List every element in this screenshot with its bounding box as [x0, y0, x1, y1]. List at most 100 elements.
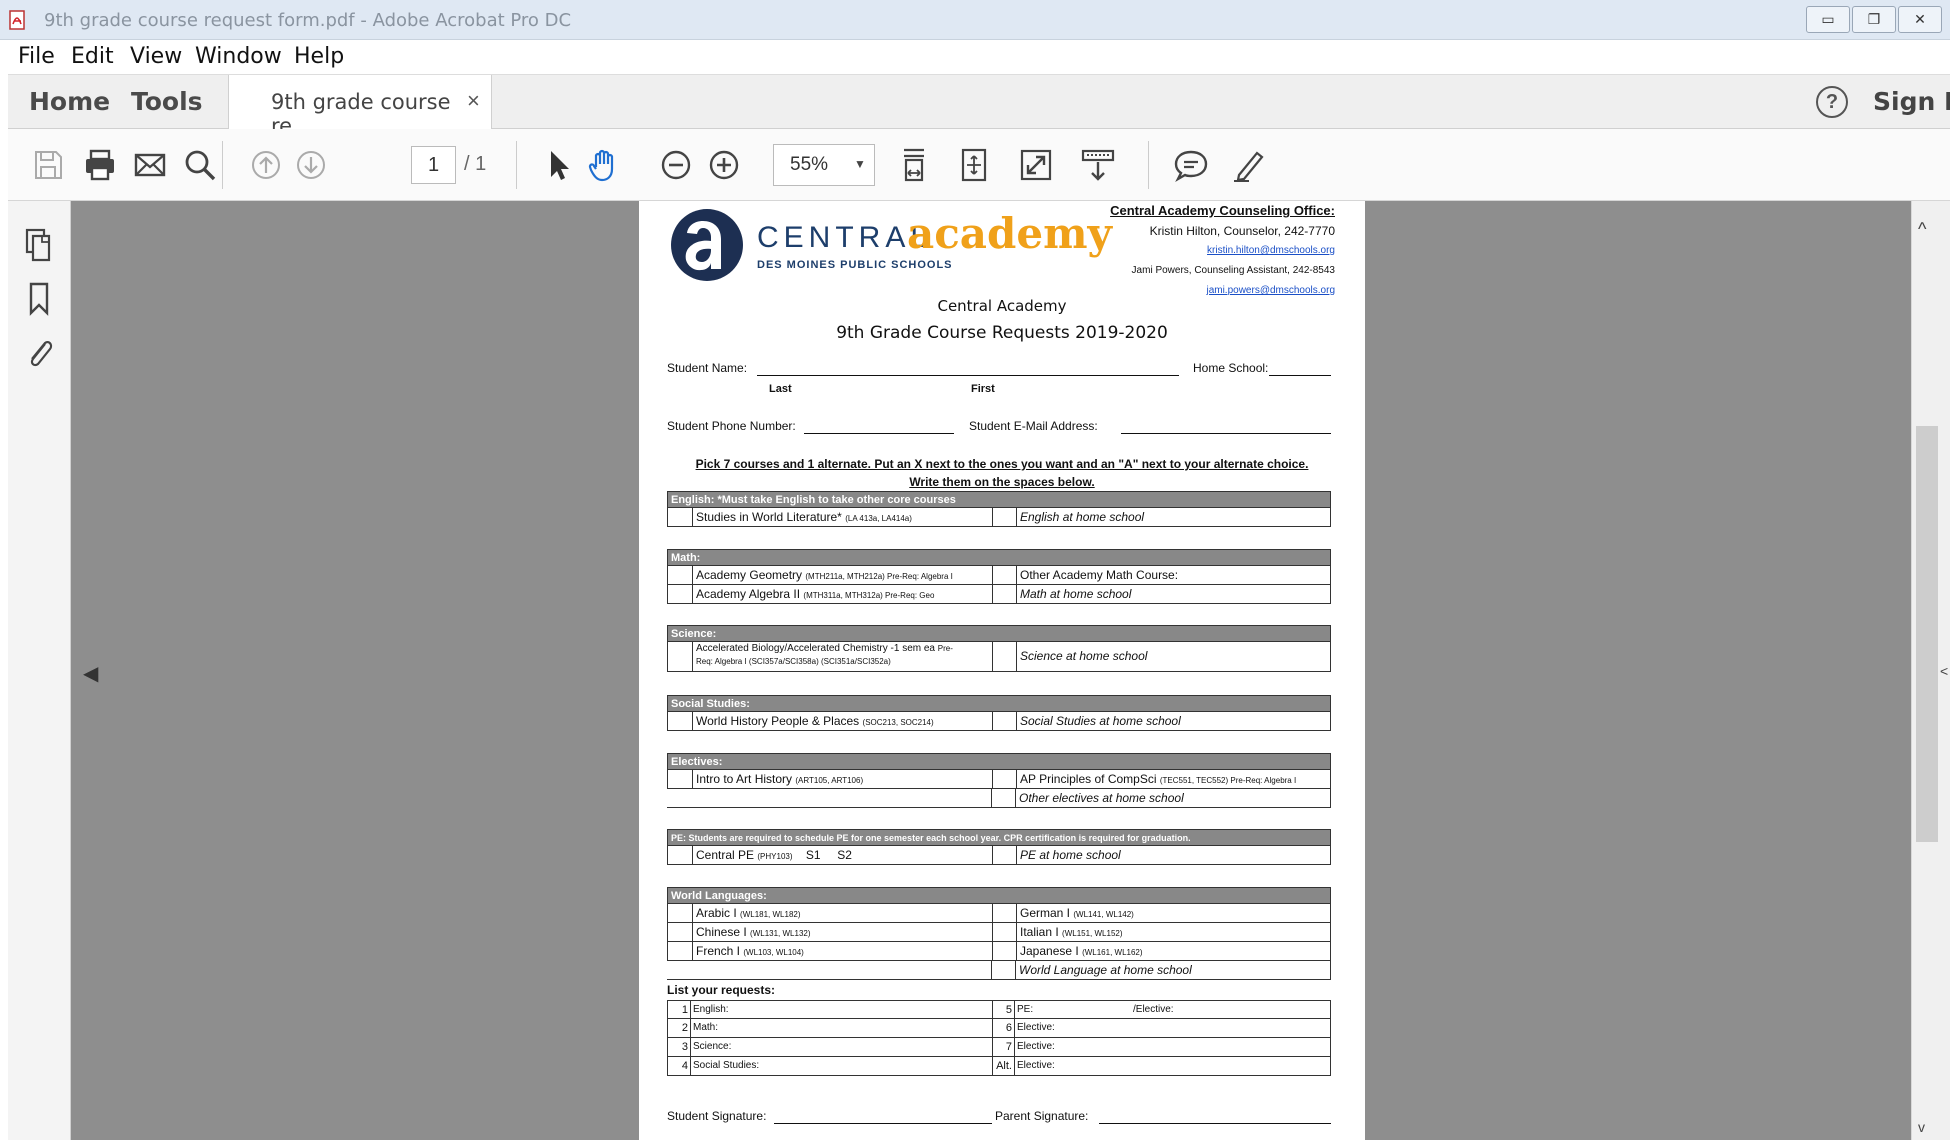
title-bar: 9th grade course request form.pdf - Adob… — [0, 0, 1950, 40]
checkbox-cell[interactable] — [992, 942, 1016, 960]
vertical-scrollbar[interactable]: ^ < v — [1911, 201, 1950, 1140]
select-arrow-icon[interactable] — [540, 147, 576, 183]
pages-icon[interactable] — [22, 227, 56, 263]
home-school-line — [1269, 375, 1331, 376]
phone-line — [804, 433, 954, 434]
checkbox-cell[interactable] — [668, 923, 692, 941]
sign-in-button[interactable]: Sign In — [1873, 87, 1950, 116]
fit-width-icon[interactable] — [896, 147, 932, 183]
form-school-title: Central Academy — [937, 297, 1067, 315]
page-number-input[interactable]: 1 — [411, 146, 456, 184]
student-signature-label: Student Signature: — [667, 1109, 767, 1123]
page-up-icon[interactable] — [248, 147, 284, 183]
hand-tool-icon[interactable] — [586, 147, 622, 183]
request-field[interactable]: Elective: — [1014, 1038, 1332, 1056]
checkbox-cell[interactable] — [992, 904, 1016, 922]
student-name-label: Student Name: — [667, 361, 748, 375]
checkbox-cell[interactable] — [991, 961, 1015, 979]
checkbox-cell[interactable] — [668, 642, 692, 671]
restore-button[interactable]: ❐ — [1852, 6, 1896, 33]
request-field[interactable]: English: — [690, 1001, 992, 1018]
document-viewer[interactable]: ◀ CENTRAL academy DES MOINES PUBLIC SCHO… — [71, 201, 1911, 1140]
zoom-out-icon[interactable] — [658, 147, 694, 183]
email-line — [1121, 433, 1331, 434]
save-icon[interactable] — [30, 147, 66, 183]
menu-bar: File Edit View Window Help — [0, 40, 1950, 74]
checkbox-cell[interactable] — [992, 566, 1016, 584]
request-field[interactable]: Math: — [690, 1019, 992, 1037]
fit-page-icon[interactable] — [956, 147, 992, 183]
full-screen-icon[interactable] — [1018, 147, 1054, 183]
course-cell: English at home school — [1016, 508, 1332, 526]
table-row: Accelerated Biology/Accelerated Chemistr… — [667, 642, 1331, 672]
checkbox-cell[interactable] — [992, 923, 1016, 941]
bookmark-icon[interactable] — [22, 281, 56, 317]
request-field[interactable]: PE:/Elective: — [1014, 1001, 1332, 1018]
checkbox-cell[interactable] — [992, 712, 1016, 730]
logo-district-text: DES MOINES PUBLIC SCHOOLS — [757, 259, 953, 271]
course-cell: Math at home school — [1016, 585, 1332, 603]
checkbox-cell[interactable] — [668, 942, 692, 960]
collapse-panel-icon[interactable]: ◀ — [83, 661, 98, 686]
page-down-icon[interactable] — [293, 147, 329, 183]
search-icon[interactable] — [182, 147, 218, 183]
menu-window[interactable]: Window — [195, 44, 282, 69]
checkbox-cell[interactable] — [668, 585, 692, 603]
course-cell: Other electives at home school — [1015, 789, 1331, 807]
email-icon[interactable] — [132, 147, 168, 183]
checkbox-cell[interactable] — [992, 585, 1016, 603]
highlight-pen-icon[interactable] — [1231, 147, 1267, 183]
close-window-button[interactable]: ✕ — [1898, 6, 1942, 33]
zoom-in-icon[interactable] — [706, 147, 742, 183]
table-row: World Language at home school — [667, 961, 1331, 980]
toolbar-separator — [516, 141, 517, 189]
checkbox-cell[interactable] — [668, 846, 692, 864]
course-cell: World Language at home school — [1015, 961, 1331, 979]
checkbox-cell[interactable] — [992, 642, 1016, 671]
comment-icon[interactable] — [1173, 147, 1209, 183]
checkbox-cell[interactable] — [668, 712, 692, 730]
instructions-line-1: Pick 7 courses and 1 alternate. Put an X… — [695, 457, 1309, 471]
zoom-select[interactable]: 55% ▼ — [773, 144, 875, 186]
course-cell: Social Studies at home school — [1016, 712, 1332, 730]
minimize-button[interactable]: ▭ — [1806, 6, 1850, 33]
first-label: First — [971, 383, 995, 395]
close-icon[interactable]: × — [467, 88, 480, 114]
home-school-label: Home School: — [1193, 361, 1269, 375]
menu-edit[interactable]: Edit — [71, 44, 114, 69]
request-field[interactable]: Social Studies: — [690, 1057, 992, 1075]
counselor-email-link[interactable]: kristin.hilton@dmschools.org — [1110, 241, 1335, 261]
tab-home[interactable]: Home — [29, 87, 110, 116]
section-social-studies-header: Social Studies: — [667, 695, 1331, 712]
toolbar: 1 / 1 55% ▼ — [8, 129, 1950, 201]
course-cell: Other Academy Math Course: — [1016, 566, 1332, 584]
tab-tools[interactable]: Tools — [131, 87, 203, 116]
scrollbar-thumb[interactable] — [1916, 426, 1938, 842]
print-icon[interactable] — [82, 147, 118, 183]
section-math-header: Math: — [667, 549, 1331, 566]
checkbox-cell[interactable] — [992, 770, 1016, 788]
menu-help[interactable]: Help — [294, 44, 344, 69]
checkbox-cell[interactable] — [668, 566, 692, 584]
logo-central-text: CENTRAL — [757, 221, 933, 254]
attachment-icon[interactable] — [22, 335, 56, 371]
checkbox-cell[interactable] — [668, 508, 692, 526]
tab-document[interactable]: 9th grade course re... × — [228, 75, 492, 138]
toolbar-separator — [1148, 141, 1149, 189]
scroll-up-icon[interactable]: ^ — [1918, 219, 1926, 240]
course-cell: Italian I (WL151, WL152) — [1016, 923, 1332, 941]
checkbox-cell[interactable] — [668, 904, 692, 922]
menu-file[interactable]: File — [18, 44, 55, 69]
request-field[interactable]: Elective: — [1014, 1057, 1332, 1075]
scroll-down-icon[interactable]: v — [1918, 1119, 1925, 1135]
scroll-mode-icon[interactable] — [1080, 147, 1116, 183]
checkbox-cell[interactable] — [991, 789, 1015, 807]
request-field[interactable]: Elective: — [1014, 1019, 1332, 1037]
menu-view[interactable]: View — [130, 44, 182, 69]
expand-panel-icon[interactable]: < — [1940, 663, 1948, 679]
help-icon[interactable]: ? — [1816, 86, 1848, 118]
checkbox-cell[interactable] — [668, 770, 692, 788]
checkbox-cell[interactable] — [992, 508, 1016, 526]
request-field[interactable]: Science: — [690, 1038, 992, 1056]
checkbox-cell[interactable] — [992, 846, 1016, 864]
